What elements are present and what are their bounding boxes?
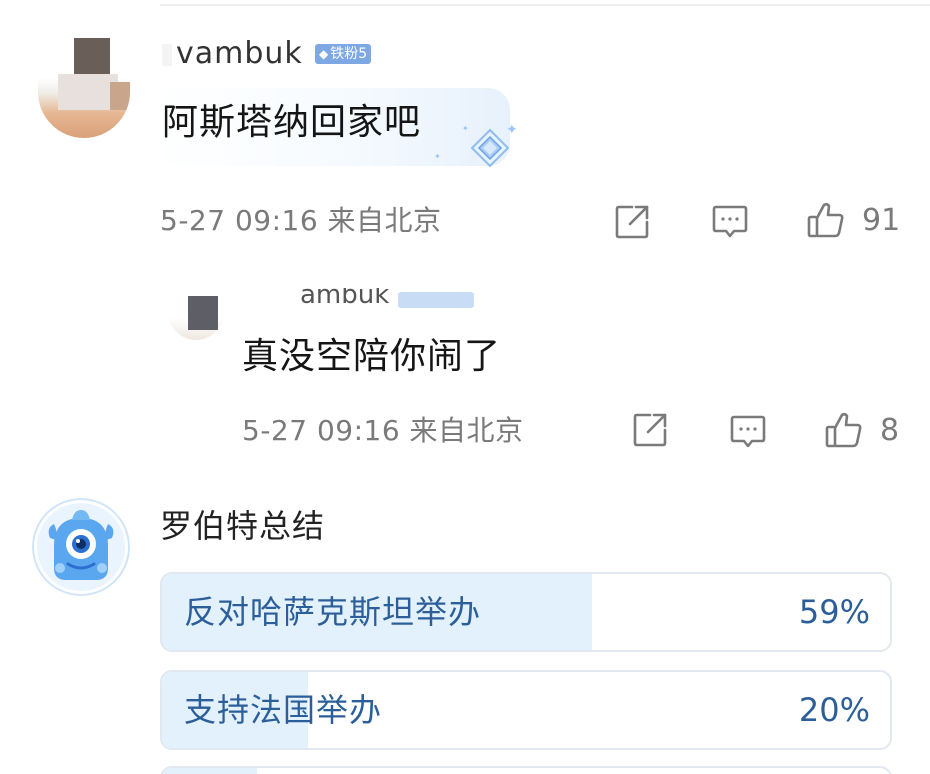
timestamp: 5-27 09:16 (160, 204, 319, 237)
poll-option[interactable] (160, 766, 892, 774)
comment-meta: 5-27 09:16 来自北京 (242, 414, 524, 448)
avatar-mosaic (74, 38, 110, 74)
like-count: 8 (880, 413, 900, 448)
divider (160, 4, 930, 6)
comment-icon[interactable] (728, 412, 768, 452)
share-icon[interactable] (612, 202, 652, 242)
poll-option[interactable]: 支持法国举办 20% (160, 670, 892, 750)
avatar[interactable] (168, 296, 224, 340)
sparkle-icon: ✦ (434, 152, 441, 161)
avatar[interactable] (38, 38, 130, 138)
diamond-icon: ◆ (319, 47, 329, 61)
poll-option-percent: 59% (798, 593, 870, 631)
robot-avatar[interactable] (32, 498, 130, 596)
comment-thread: vambuk ◆ 铁粉5 阿斯塔纳回家吧 ✦ ✦ ✦ 5-27 09:16 来自… (0, 0, 930, 774)
poll-option-percent: 20% (798, 691, 870, 729)
username[interactable]: ambuk (300, 288, 389, 310)
avatar-mosaic (110, 82, 130, 110)
poll-option[interactable]: 反对哈萨克斯坦举办 59% (160, 572, 892, 652)
fan-badge[interactable]: ◆ 铁粉5 (315, 44, 372, 64)
comment-text: 阿斯塔纳回家吧 (162, 102, 422, 143)
comment-icon[interactable] (710, 202, 750, 242)
thumbs-up-icon[interactable] (806, 200, 846, 240)
avatar-mosaic (188, 296, 218, 330)
thumbs-up-icon[interactable] (824, 410, 864, 450)
poll-option-label: 支持法国举办 (184, 691, 383, 729)
share-icon[interactable] (630, 410, 670, 450)
location: 来自北京 (327, 204, 442, 237)
poll-title: 罗伯特总结 (160, 507, 326, 545)
comment-text: 真没空陪你闹了 (242, 336, 502, 377)
timestamp: 5-27 09:16 (242, 414, 401, 447)
username[interactable]: vambuk (162, 36, 303, 72)
poll-option-label: 反对哈萨克斯坦举办 (184, 593, 482, 631)
fan-badge[interactable] (398, 292, 474, 308)
poll-fill (162, 768, 257, 774)
location: 来自北京 (409, 414, 524, 447)
comment-meta: 5-27 09:16 来自北京 (160, 204, 442, 238)
sparkle-icon: ✦ (506, 122, 518, 138)
sparkle-icon: ✦ (462, 124, 469, 133)
avatar-mosaic (58, 74, 118, 110)
like-count: 91 (862, 203, 901, 238)
username-blur (162, 43, 172, 66)
